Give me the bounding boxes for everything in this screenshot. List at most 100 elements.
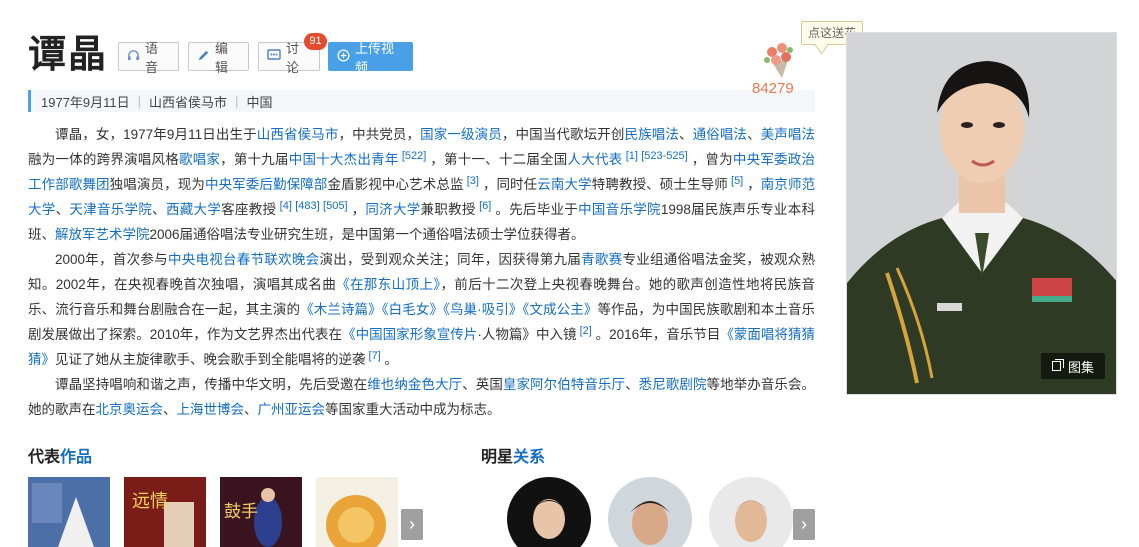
relations-title-b: 关系 [513,449,546,466]
citation-ref[interactable]: [6] [476,200,491,212]
citation-ref[interactable]: [505] [320,200,347,212]
paragraph-text: 客座教授 [221,202,277,217]
works-title-a: 代表 [28,449,61,466]
paragraph-text: 2006届通俗唱法专业研究生班，是中国第一个通俗唱法硕士学位获得者。 [149,227,585,242]
citation-ref[interactable]: [522] [399,150,426,162]
inline-link[interactable]: 悉尼歌剧院 [639,377,707,392]
citation-ref[interactable]: [7] [366,350,381,362]
inline-link[interactable]: 歌唱家 [179,152,220,167]
birthday: 1977年9月11日 [41,94,130,110]
inline-link[interactable]: 皇家阿尔伯特音乐厅 [503,377,625,392]
inline-link[interactable]: 北京奥运会 [96,402,164,417]
related-star-avatar-3[interactable] [709,477,793,547]
inline-link[interactable]: 《中国国家形象宣传片 [342,327,477,342]
paragraph-text: 独唱演员，现为 [109,177,205,192]
work-cover-4[interactable] [316,477,398,547]
work-cover-2[interactable]: 远情 [124,477,206,547]
inline-link[interactable]: 《文成公主》 [523,302,598,317]
citation-ref[interactable]: [3] [464,175,479,187]
voice-button-label: 语音 [145,40,159,75]
relations-section-title: 明星关系 [481,443,545,467]
paragraph-text: ，第十九届 [220,152,289,167]
inline-link[interactable]: 《白毛女》 [382,302,443,317]
citation-ref[interactable]: [4] [276,200,292,212]
inline-link[interactable]: 西藏大学 [166,202,221,217]
relations-title-a: 明星 [481,449,514,466]
inline-link[interactable]: 维也纳金色大厅 [367,377,462,392]
inline-link[interactable]: 同济大学 [365,202,420,217]
chat-icon [267,48,281,65]
work-cover-2-text: 远情 [132,491,168,512]
gallery-button[interactable]: 图集 [1041,353,1105,379]
paragraph-text: 、 [152,202,166,217]
work-cover-1[interactable] [28,477,110,547]
paragraph-text: 等国家重大活动中成为标志。 [325,402,501,417]
paragraph-text: ，第十一、十二届全国 [426,152,568,167]
citation-ref[interactable]: [1] [622,150,638,162]
paragraph-text: 、 [55,202,70,217]
paragraph-text: ， [743,177,761,192]
inline-link[interactable]: 青歌赛 [581,252,622,267]
page-title: 谭晶 [28,34,109,76]
headphone-icon [127,49,140,65]
inline-link[interactable]: 中国十大杰出青年 [289,152,399,167]
paragraph-text: 、 [678,127,693,142]
inline-link[interactable]: 云南大学 [537,177,591,192]
inline-link[interactable]: 上海世博会 [177,402,245,417]
inline-link[interactable]: 《在那东山顶上》 [336,277,440,292]
paragraph-text: 金盾影视中心艺术总监 [327,177,464,192]
inline-link[interactable]: 解放军艺术学院 [55,227,150,242]
paragraph-text: 演出，受到观众关注；同年，因获得第九届 [319,252,582,267]
basic-info-bar: 1977年9月11日 | 山西省侯马市 | 中国 [28,90,815,112]
inline-link[interactable]: 广州亚运会 [258,402,326,417]
voice-button[interactable]: 语音 [118,41,179,75]
paragraph-text: ，曾为 [687,152,733,167]
paragraph-text: 谭晶，女，1977年9月11日出生于 [55,127,257,142]
gallery-label: 图集 [1067,359,1094,375]
works-next-button[interactable]: › [401,509,423,540]
inline-link[interactable]: 天津音乐学院 [69,202,152,217]
pencil-icon [197,49,210,65]
work-cover-3[interactable]: 鼓手 [220,477,302,547]
inline-link[interactable]: 民族唱法 [624,127,678,142]
inline-link[interactable]: 人大代表 [568,152,623,167]
paragraph-text: ·人物篇》中入镜 [477,327,577,342]
divider: | [137,93,142,109]
paragraph-text: 谭晶坚持唱响和谐之声，传播中华文明，先后受邀在 [55,377,368,392]
paragraph-text: 、 [747,127,761,142]
inline-link[interactable]: 国家一级演员 [420,127,502,142]
paragraph-text: 。 [380,352,399,367]
related-star-avatar-2[interactable] [608,477,692,547]
relations-next-button[interactable]: › [793,509,815,540]
flower-bouquet-icon[interactable] [758,40,798,80]
related-star-avatar-1[interactable] [507,477,591,547]
chevron-right-icon: › [409,514,415,534]
paragraph-text: ，中共党员， [338,127,421,142]
paragraph-text: ，中国当代歌坛开创 [501,127,625,142]
inline-link[interactable]: 通俗唱法 [693,127,747,142]
citation-ref[interactable]: [5] [728,175,743,187]
paragraph-text: 、 [625,377,639,392]
paragraph-text: 融为一体的跨界演唱风格 [28,152,179,167]
paragraph-text: 、 [244,402,258,417]
inline-link[interactable]: 中央电视台春节联欢晚会 [168,252,320,267]
inline-link[interactable]: 山西省侯马市 [257,127,339,142]
upload-video-button[interactable]: 上传视频 [328,41,413,75]
inline-link[interactable]: 中央军委后勤保障部 [205,177,328,192]
divider: | [235,93,239,109]
citation-ref[interactable]: [483] [292,200,319,212]
paragraph-text: 特聘教授、硕士生导师 [591,177,728,192]
citation-ref[interactable]: [2] [577,325,592,337]
summary-paragraph-2: 2000年，首次参与中央电视台春节联欢晚会演出，受到观众关注；同年，因获得第九届… [28,247,815,372]
paragraph-text: ，同时任 [478,177,538,192]
citation-ref[interactable]: [523-525] [638,150,688,162]
inline-link[interactable]: 《鸟巢·吸引》 [443,302,523,317]
birthplace: 山西省侯马市 [149,94,228,110]
portrait-photo[interactable] [846,32,1117,395]
inline-link[interactable]: 美声唱法 [761,127,815,142]
paragraph-text: 。先后毕业于 [491,202,579,217]
summary-paragraph-1: 谭晶，女，1977年9月11日出生于山西省侯马市，中共党员，国家一级演员，中国当… [28,122,815,247]
inline-link[interactable]: 《木兰诗篇》 [300,302,382,317]
edit-button[interactable]: 编辑 [188,41,249,75]
inline-link[interactable]: 中国音乐学院 [578,202,661,217]
